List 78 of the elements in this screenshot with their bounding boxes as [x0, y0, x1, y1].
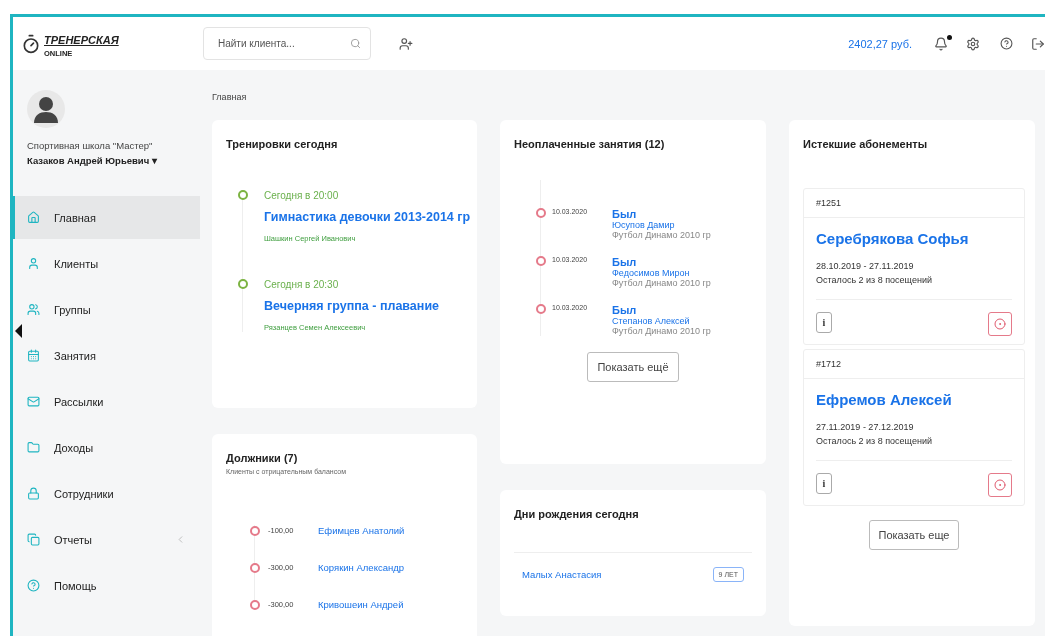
group-link[interactable]: Вечерняя группа - плавание — [264, 299, 439, 313]
home-icon — [27, 211, 40, 224]
visits-remaining: Осталось 2 из 8 посещений — [816, 436, 933, 446]
card-title: Тренировки сегодня — [226, 138, 339, 150]
subscription-period: 28.10.2019 - 27.11.2019 — [816, 261, 915, 271]
subscription-number: #1251 — [804, 189, 1024, 218]
envelope-icon — [27, 395, 40, 408]
timeline-dot — [250, 525, 260, 536]
stop-button[interactable] — [988, 473, 1012, 497]
card-title: Дни рождения сегодня — [514, 508, 640, 520]
search-icon — [350, 38, 361, 49]
client-link[interactable]: Ефимцев Анатолий — [318, 525, 405, 536]
help-icon[interactable] — [1000, 37, 1013, 50]
status-link[interactable]: Был — [612, 304, 711, 316]
group-link[interactable]: Гимнастика девочки 2013-2014 гр — [264, 210, 471, 224]
add-user-icon[interactable] — [399, 36, 413, 51]
avatar[interactable] — [27, 90, 65, 128]
balance-link[interactable]: 2402,27 руб. — [848, 37, 912, 50]
status-link[interactable]: Был — [612, 256, 711, 268]
school-name: Спортивная школа "Мастер" — [27, 140, 154, 151]
card-title: Должники (7) — [226, 452, 299, 464]
timeline-dot — [238, 279, 248, 289]
timeline-dot — [536, 208, 546, 218]
record-icon — [994, 318, 1006, 330]
logo-text: ТРЕНЕРСКАЯ — [44, 33, 119, 46]
group-name: Футбол Динамо 2010 гр — [612, 326, 711, 336]
client-link[interactable]: Серебрякова Софья — [816, 230, 1012, 247]
record-icon — [994, 479, 1006, 491]
calendar-icon — [27, 349, 40, 362]
collapse-toggle-icon[interactable] — [15, 324, 22, 338]
documents-icon — [27, 533, 40, 546]
show-more-button[interactable]: Показать ещё — [587, 352, 679, 382]
client-link[interactable]: Корякин Александр — [318, 562, 405, 573]
card-title: Неоплаченные занятия (12) — [514, 138, 666, 150]
sidebar-item[interactable]: Отчеты — [13, 518, 200, 561]
info-button[interactable]: i — [816, 312, 832, 333]
sidebar-item[interactable]: Доходы — [13, 426, 200, 469]
timeline-dot — [250, 562, 260, 573]
timeline-dot — [536, 256, 546, 266]
help-icon — [27, 579, 40, 592]
visits-remaining: Осталось 2 из 8 посещений — [816, 275, 933, 285]
sidebar-item[interactable]: Сотрудники — [13, 472, 200, 515]
training-time: Сегодня в 20:00 — [264, 190, 340, 201]
client-link[interactable]: Кривошеин Андрей — [318, 599, 404, 610]
subscription-period: 27.11.2019 - 27.12.2019 — [816, 422, 915, 432]
sidebar-item[interactable]: Группы — [13, 288, 200, 331]
show-more-button[interactable]: Показать еще — [868, 520, 960, 550]
settings-icon[interactable] — [966, 36, 980, 51]
training-time: Сегодня в 20:30 — [264, 279, 340, 290]
folder-icon — [27, 441, 40, 454]
client-link[interactable]: Ефремов Алексей — [816, 391, 1012, 408]
group-name: Футбол Динамо 2010 гр — [612, 278, 711, 288]
client-link[interactable]: Степанов Алексей — [612, 316, 711, 326]
stop-button[interactable] — [988, 312, 1012, 336]
user-menu[interactable]: Казаков Андрей Юрьевич ▾ — [27, 155, 200, 166]
timeline-dot — [250, 599, 260, 610]
sidebar-item[interactable]: Рассылки — [13, 380, 200, 423]
sidebar-item[interactable]: Клиенты — [13, 242, 200, 285]
search-field[interactable]: Найти клиента... — [203, 27, 371, 60]
timeline-dot — [238, 190, 248, 200]
card-title: Истекшие абонементы — [803, 138, 929, 150]
stopwatch-icon — [21, 33, 41, 54]
person-icon — [27, 257, 40, 270]
info-button[interactable]: i — [816, 473, 832, 494]
client-link[interactable]: Федосимов Мирон — [612, 268, 711, 278]
sidebar-item[interactable]: Главная — [13, 196, 200, 239]
client-link[interactable]: Юсупов Дамир — [612, 220, 711, 230]
logout-icon[interactable] — [1031, 36, 1045, 51]
people-icon — [27, 303, 40, 316]
status-link[interactable]: Был — [612, 208, 711, 220]
timeline-dot — [536, 304, 546, 314]
lock-icon — [27, 487, 40, 500]
client-link[interactable]: Малых Анастасия — [522, 569, 602, 580]
group-name: Футбол Динамо 2010 гр — [612, 230, 711, 240]
sidebar-item[interactable]: Помощь — [13, 564, 200, 607]
subscription-number: #1712 — [804, 350, 1024, 379]
sidebar-item[interactable]: Занятия — [13, 334, 200, 377]
breadcrumb: Главная — [212, 92, 248, 102]
